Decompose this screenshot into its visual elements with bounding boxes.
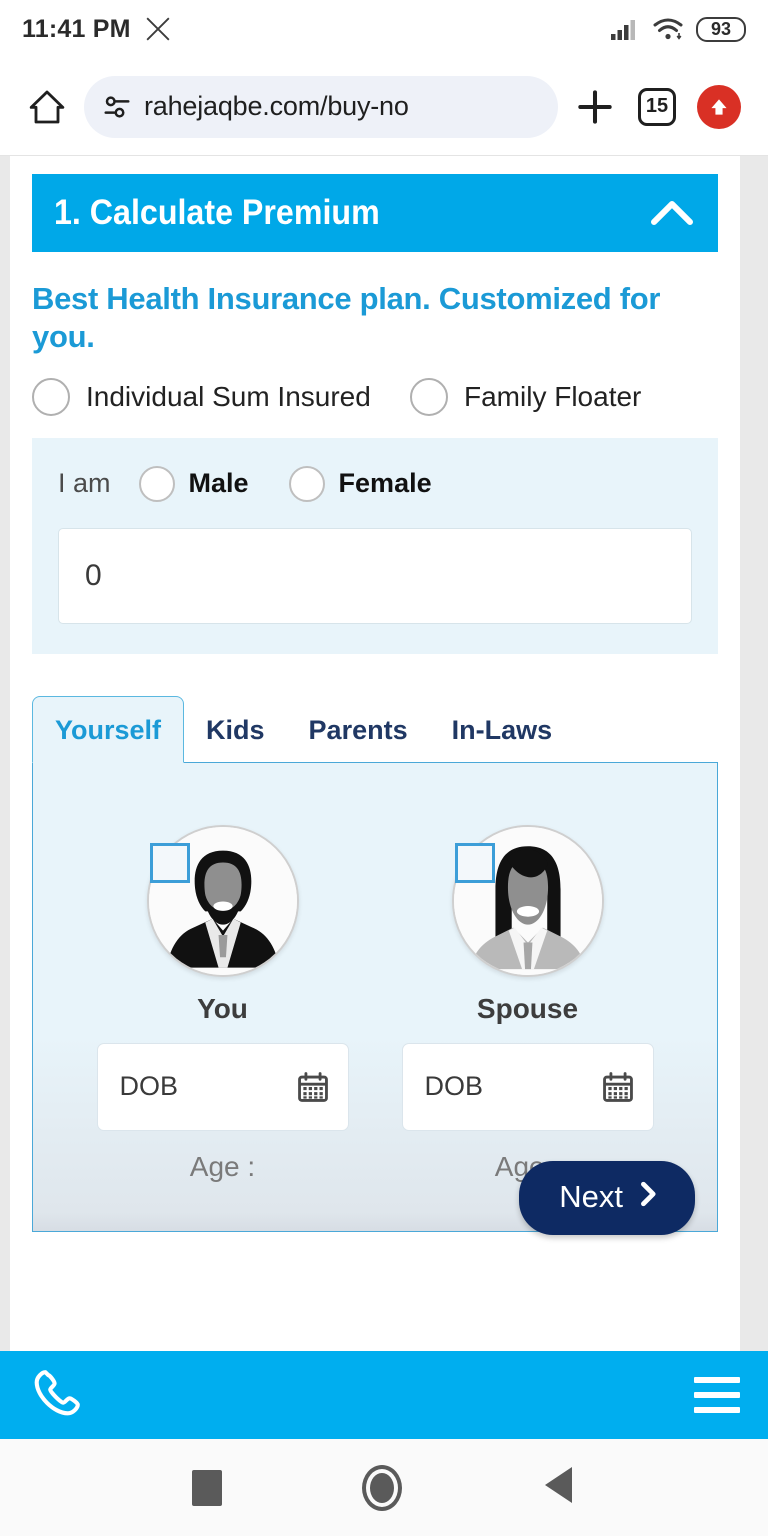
- android-status-bar: 11:41 PM 93: [0, 0, 768, 58]
- tab-list[interactable]: Yourself Kids Parents In-Laws: [32, 695, 718, 763]
- avatar-wrapper[interactable]: [146, 824, 299, 977]
- x-logo-icon: [145, 16, 171, 42]
- gender-radio-group[interactable]: I am Male Female: [58, 465, 692, 502]
- calendar-icon[interactable]: [296, 1070, 330, 1104]
- plus-icon[interactable]: [564, 85, 626, 129]
- member-you: You DOB Age:: [96, 824, 349, 1183]
- tab-yourself[interactable]: Yourself: [32, 695, 185, 763]
- tab-parents[interactable]: Parents: [287, 697, 430, 762]
- sum-insured-value: 0: [85, 558, 102, 592]
- dob-input-you[interactable]: DOB: [96, 1042, 349, 1131]
- dob-placeholder-text: DOB: [424, 1071, 484, 1102]
- member-list: You DOB Age: Spouse DOB Age:: [55, 824, 695, 1183]
- plan-option-label: Individual Sum Insured: [86, 380, 371, 412]
- url-text[interactable]: rahejaqbe.com/buy-no: [144, 91, 409, 122]
- tab-switcher-button[interactable]: 15: [626, 87, 688, 126]
- plan-option-label: Family Floater: [464, 380, 642, 412]
- update-arrow-up-icon[interactable]: [688, 84, 750, 129]
- radio-circle-icon[interactable]: [288, 465, 325, 502]
- sticky-contact-bar: [0, 1351, 768, 1439]
- member-name: Spouse: [476, 992, 579, 1024]
- radio-circle-icon[interactable]: [32, 377, 70, 416]
- web-page: 1. Calculate Premium Best Health Insuran…: [10, 156, 740, 1351]
- gender-and-sum-section: I am Male Female 0: [32, 437, 718, 654]
- sum-insured-input[interactable]: 0: [58, 527, 692, 624]
- member-checkbox-you[interactable]: [149, 842, 190, 883]
- hamburger-menu-icon[interactable]: [694, 1377, 740, 1413]
- next-button[interactable]: Next: [519, 1160, 695, 1235]
- circle-home-icon[interactable]: [362, 1464, 402, 1511]
- site-settings-tune-icon[interactable]: [102, 92, 132, 122]
- home-icon[interactable]: [18, 87, 76, 127]
- accordion-header-calculate-premium[interactable]: 1. Calculate Premium: [32, 174, 718, 252]
- battery-indicator: 93: [696, 16, 746, 42]
- dob-input-spouse[interactable]: DOB: [401, 1042, 654, 1131]
- status-bar-indicators: 93: [610, 16, 746, 42]
- dob-placeholder-text: DOB: [119, 1071, 179, 1102]
- radio-family-floater[interactable]: Family Floater: [410, 377, 642, 416]
- radio-individual-sum-insured[interactable]: Individual Sum Insured: [32, 377, 410, 416]
- page-viewport[interactable]: 1. Calculate Premium Best Health Insuran…: [0, 156, 768, 1351]
- family-tabs-section: Yourself Kids Parents In-Laws You DOB Ag…: [32, 695, 718, 1235]
- tab-panel-yourself: You DOB Age: Spouse DOB Age: Next: [32, 761, 718, 1235]
- tab-in-laws[interactable]: In-Laws: [430, 697, 575, 762]
- phone-icon[interactable]: [28, 1364, 86, 1427]
- wifi-icon: [653, 18, 683, 40]
- radio-circle-icon[interactable]: [138, 465, 175, 502]
- gender-option-label: Female: [338, 468, 432, 499]
- i-am-label: I am: [58, 468, 111, 499]
- cellular-signal-icon: [611, 20, 635, 40]
- avatar-wrapper[interactable]: [451, 824, 604, 977]
- gender-option-label: Male: [188, 468, 249, 499]
- android-nav-bar: [0, 1439, 768, 1536]
- calendar-icon[interactable]: [601, 1070, 635, 1104]
- plan-type-radio-group[interactable]: Individual Sum Insured Family Floater: [32, 377, 718, 416]
- browser-toolbar: rahejaqbe.com/buy-no 15: [0, 58, 768, 156]
- member-name: You: [197, 992, 248, 1024]
- tab-count-text: 15: [645, 95, 669, 117]
- next-button-row: Next: [519, 1160, 695, 1235]
- chevron-up-icon[interactable]: [648, 195, 696, 231]
- accordion-title: 1. Calculate Premium: [54, 193, 380, 232]
- member-checkbox-spouse[interactable]: [454, 842, 495, 883]
- radio-circle-icon[interactable]: [410, 377, 448, 416]
- radio-female[interactable]: Female: [288, 465, 432, 502]
- age-label-you: Age :: [189, 1150, 256, 1182]
- address-bar[interactable]: rahejaqbe.com/buy-no: [84, 75, 558, 138]
- triangle-back-icon[interactable]: [542, 1465, 576, 1510]
- square-recents-icon[interactable]: [192, 1469, 222, 1506]
- tab-kids[interactable]: Kids: [184, 697, 287, 762]
- page-headline: Best Health Insurance plan. Customized f…: [32, 281, 661, 354]
- status-bar-clock: 11:41 PM: [22, 14, 131, 43]
- member-spouse: Spouse DOB Age:: [401, 824, 654, 1183]
- radio-male[interactable]: Male: [138, 465, 249, 502]
- battery-level-text: 93: [710, 18, 732, 39]
- next-button-label: Next: [559, 1178, 623, 1214]
- chevron-right-icon: [637, 1180, 661, 1213]
